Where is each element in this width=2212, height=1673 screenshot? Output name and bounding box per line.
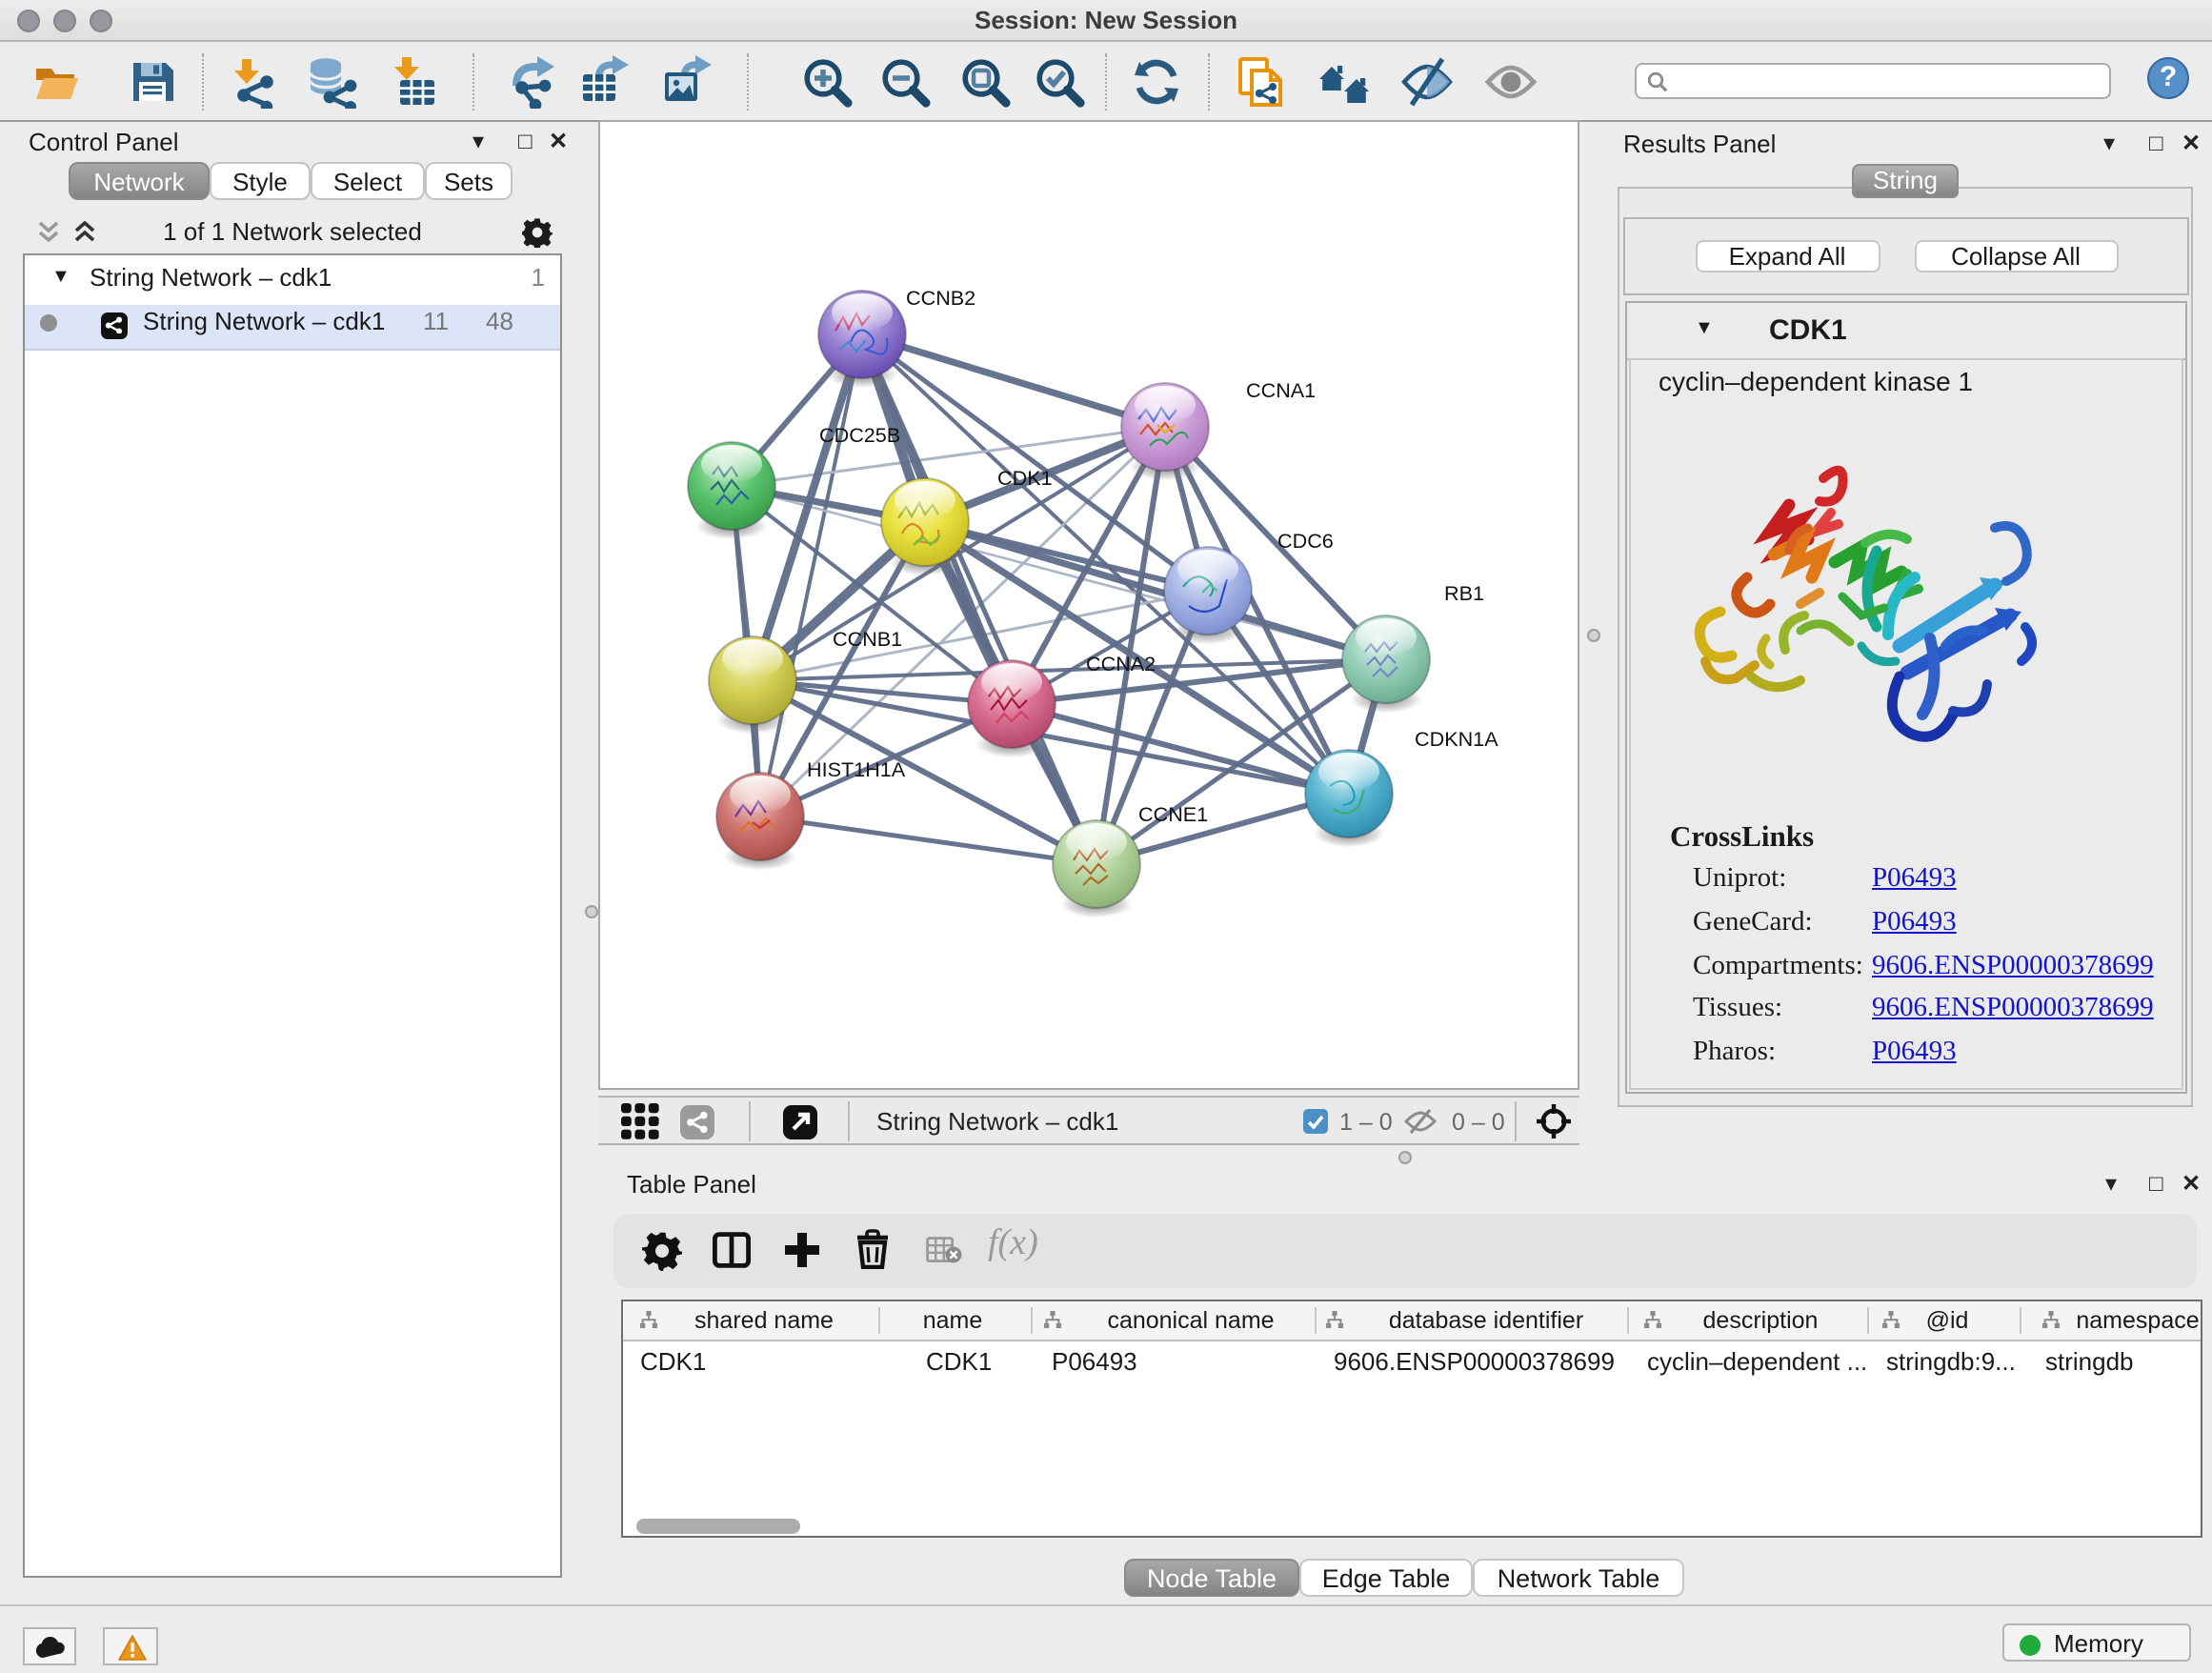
svg-text:CCNA2: CCNA2	[1086, 652, 1156, 675]
svg-text:CDC6: CDC6	[1277, 529, 1334, 553]
svg-text:CDK1: CDK1	[997, 466, 1053, 490]
svg-text:CDKN1A: CDKN1A	[1415, 727, 1498, 751]
svg-text:CDC25B: CDC25B	[819, 423, 900, 447]
svg-text:CCNE1: CCNE1	[1138, 802, 1208, 826]
svg-text:CCNA1: CCNA1	[1246, 378, 1316, 402]
svg-text:RB1: RB1	[1444, 581, 1484, 605]
svg-text:CCNB2: CCNB2	[906, 286, 975, 310]
svg-text:HIST1H1A: HIST1H1A	[807, 757, 906, 781]
svg-text:CCNB1: CCNB1	[833, 627, 902, 651]
